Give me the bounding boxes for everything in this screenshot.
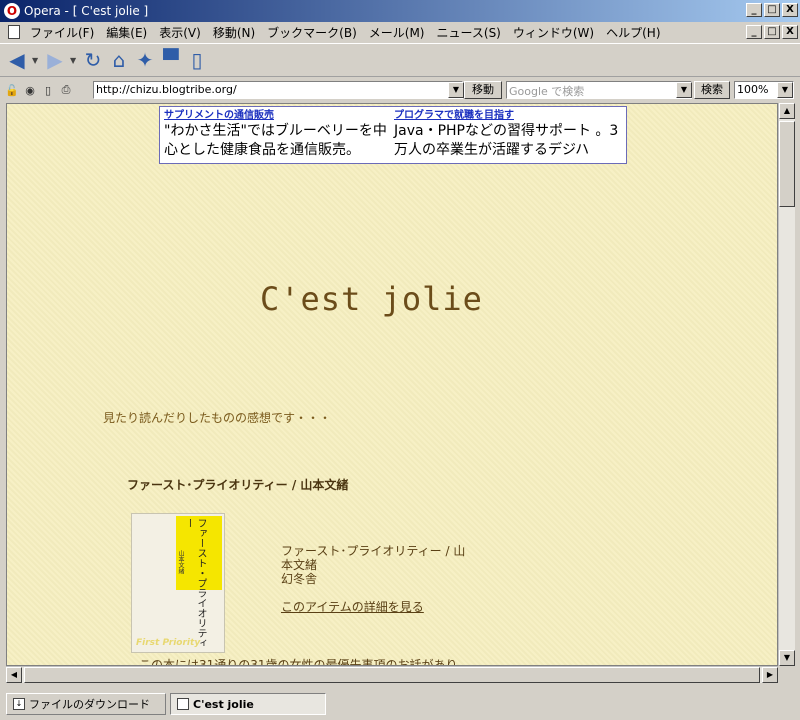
- scroll-up-icon[interactable]: ▲: [779, 103, 795, 119]
- site-description: 見たり読んだりしたものの感想です・・・: [103, 411, 332, 425]
- navigation-toolbar: ◀ ▼ ▶ ▼ ↻ ⌂ ✦ ▀ ▯: [0, 43, 800, 77]
- forward-dropdown-icon[interactable]: ▼: [70, 56, 78, 65]
- address-dropdown-icon[interactable]: ▼: [448, 82, 464, 98]
- forward-arrow-icon[interactable]: ▶: [44, 48, 66, 72]
- vertical-scrollbar[interactable]: ▲ ▼: [778, 103, 795, 666]
- window-bar: ↓ ファイルのダウンロード C'est jolie: [0, 688, 800, 720]
- ad-title-link[interactable]: プログラマで就職を目指す: [394, 109, 624, 122]
- menu-window[interactable]: ウィンドウ(W): [507, 24, 600, 41]
- document-window-controls: _ □ X: [746, 25, 798, 39]
- doc-close-button[interactable]: X: [782, 25, 798, 39]
- print-icon[interactable]: ▀: [160, 48, 182, 72]
- window-controls: _ □ X: [746, 3, 798, 17]
- scroll-left-icon[interactable]: ◀: [6, 667, 22, 683]
- menu-file[interactable]: ファイル(F): [24, 24, 100, 41]
- vertical-scroll-thumb[interactable]: [779, 121, 795, 207]
- menu-help[interactable]: ヘルプ(H): [600, 24, 666, 41]
- menu-navigate[interactable]: 移動(N): [207, 24, 261, 41]
- address-toolbar: 🔓 ◉ ▯ ⎙ http://chizu.blogtribe.org/ ▼ 移動…: [0, 79, 800, 101]
- site-title[interactable]: C'est jolie: [260, 280, 483, 318]
- back-dropdown-icon[interactable]: ▼: [32, 56, 40, 65]
- back-arrow-icon[interactable]: ◀: [6, 48, 28, 72]
- menu-view[interactable]: 表示(V): [153, 24, 207, 41]
- page-info-icon[interactable]: ▯: [186, 48, 208, 72]
- doc-restore-button[interactable]: □: [764, 25, 780, 39]
- maximize-button[interactable]: □: [764, 3, 780, 17]
- page-tab-icon: [177, 698, 189, 710]
- menu-bookmarks[interactable]: ブックマーク(B): [261, 24, 363, 41]
- go-button[interactable]: 移動: [464, 81, 502, 99]
- ad-banner: サプリメントの通信販売 "わかさ生活"ではブルーベリーを中心とした健康食品を通信…: [159, 106, 627, 164]
- menu-bar: ファイル(F) 編集(E) 表示(V) 移動(N) ブックマーク(B) メール(…: [0, 22, 800, 42]
- book-info-title: ファースト･プライオリティー / 山本文緒: [281, 544, 466, 572]
- security-lock-icon[interactable]: 🔓: [4, 82, 20, 98]
- downloads-tab[interactable]: ↓ ファイルのダウンロード: [6, 693, 166, 715]
- search-button[interactable]: 検索: [694, 81, 730, 99]
- book-info: ファースト･プライオリティー / 山本文緒 幻冬舎 このアイテムの詳細を見る: [281, 544, 477, 614]
- menu-news[interactable]: ニュース(S): [430, 24, 506, 41]
- downloads-tab-label: ファイルのダウンロード: [29, 698, 150, 711]
- menu-mail[interactable]: メール(M): [363, 24, 431, 41]
- printer-icon[interactable]: ⎙: [58, 82, 74, 98]
- book-publisher: 幻冬舎: [281, 572, 318, 586]
- entry-title[interactable]: ファースト･プライオリティー / 山本文緒: [127, 476, 348, 493]
- scroll-right-icon[interactable]: ▶: [762, 667, 778, 683]
- camera-icon[interactable]: ◉: [22, 82, 38, 98]
- book-cover-image[interactable]: ファースト・プライオリティー 山本文緒 First Priority: [131, 513, 225, 653]
- reload-icon[interactable]: ↻: [82, 48, 104, 72]
- close-button[interactable]: X: [782, 3, 798, 17]
- horizontal-scroll-thumb[interactable]: [24, 667, 760, 683]
- ad-body: "わかさ生活"ではブルーベリーを中心とした健康食品を通信販売。: [164, 123, 387, 158]
- zoom-dropdown-icon[interactable]: ▼: [777, 82, 793, 98]
- search-input[interactable]: Google で検索: [506, 81, 692, 99]
- book-cover-author: 山本文緒: [177, 550, 184, 574]
- entry-body-text: この本には31通りの31歳の女性の最優先事項のお話があり: [139, 658, 458, 666]
- horizontal-scrollbar[interactable]: ◀ ▶: [6, 666, 778, 683]
- minimize-button[interactable]: _: [746, 3, 762, 17]
- home-icon[interactable]: ⌂: [108, 48, 130, 72]
- address-input[interactable]: http://chizu.blogtribe.org/: [93, 81, 463, 99]
- download-icon: ↓: [13, 698, 25, 710]
- scroll-down-icon[interactable]: ▼: [779, 650, 795, 666]
- window-title: Opera - [ C'est jolie ]: [24, 4, 149, 18]
- title-bar: O Opera - [ C'est jolie ] _ □ X: [0, 0, 800, 22]
- opera-logo-icon: O: [4, 3, 20, 19]
- doc-minimize-button[interactable]: _: [746, 25, 762, 39]
- book-cover-title: ファースト・プライオリティー: [183, 518, 206, 648]
- ad-body: Java・PHPなどの習得サポート 。3万人の卒業生が活躍するデジハ: [394, 123, 619, 158]
- new-page-icon[interactable]: ▯: [40, 82, 56, 98]
- page-viewport: サプリメントの通信販売 "わかさ生活"ではブルーベリーを中心とした健康食品を通信…: [6, 103, 778, 666]
- bookmark-icon[interactable]: ✦: [134, 48, 156, 72]
- ad-item[interactable]: サプリメントの通信販売 "わかさ生活"ではブルーベリーを中心とした健康食品を通信…: [164, 109, 394, 160]
- book-cover-english-title: First Priority: [136, 638, 201, 648]
- ad-title-link[interactable]: サプリメントの通信販売: [164, 109, 394, 122]
- page-tab[interactable]: C'est jolie: [170, 693, 326, 715]
- menu-edit[interactable]: 編集(E): [100, 24, 153, 41]
- document-icon: [8, 25, 20, 39]
- item-detail-link[interactable]: このアイテムの詳細を見る: [281, 600, 424, 614]
- search-engine-dropdown-icon[interactable]: ▼: [676, 82, 692, 98]
- ad-item[interactable]: プログラマで就職を目指す Java・PHPなどの習得サポート 。3万人の卒業生が…: [394, 109, 624, 160]
- page-tab-label: C'est jolie: [193, 697, 254, 711]
